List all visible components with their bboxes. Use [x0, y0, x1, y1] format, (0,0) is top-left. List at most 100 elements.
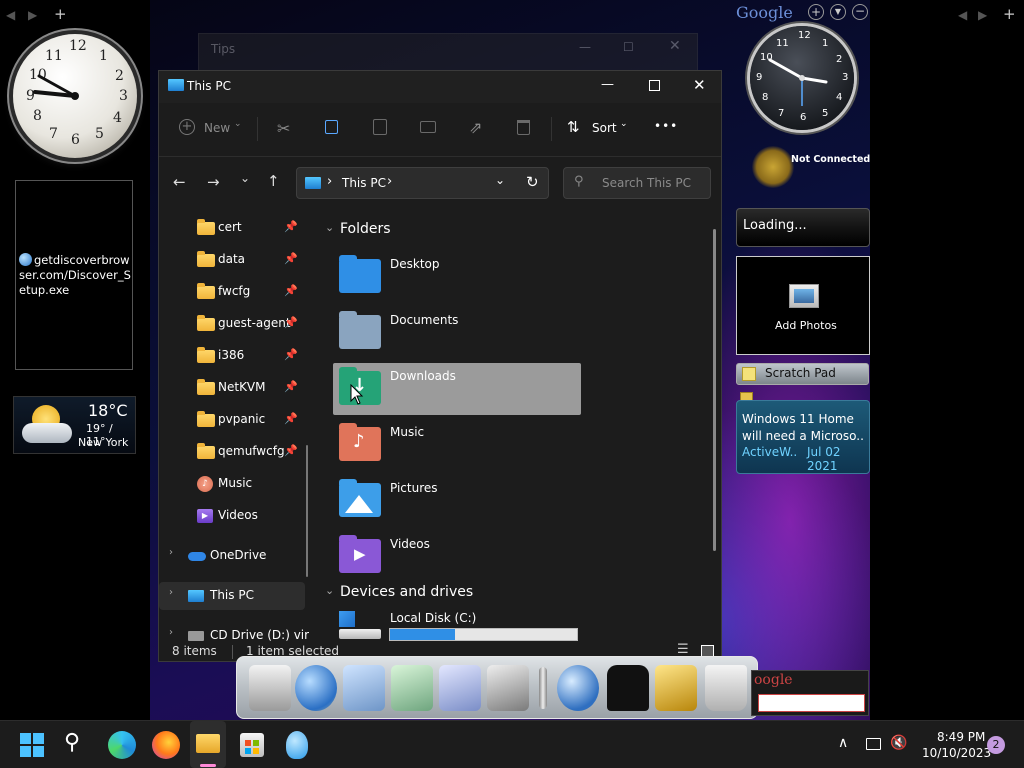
title-bar[interactable]: This PC — ✕: [159, 71, 721, 103]
folder-music[interactable]: ♪ Music: [333, 419, 581, 471]
network-icon[interactable]: [866, 738, 881, 750]
up-arrow-icon[interactable]: ↑: [267, 172, 280, 190]
scratch-pad-gadget[interactable]: Scratch Pad: [736, 363, 869, 385]
google-search-input[interactable]: [758, 694, 865, 712]
nav-pane-scrollbar[interactable]: [306, 445, 308, 577]
nav-item-qemufwcfg[interactable]: qemufwcfg 📌: [159, 438, 305, 466]
minus-icon[interactable]: −: [852, 4, 868, 20]
speaker-muted-icon[interactable]: 🔇: [890, 735, 907, 751]
nav-item-cert[interactable]: cert 📌: [159, 214, 305, 242]
search-box[interactable]: ⚲ Search This PC: [563, 167, 711, 199]
new-button[interactable]: New: [204, 121, 230, 135]
pictures-folder-icon[interactable]: [439, 665, 481, 711]
folder-icon[interactable]: [343, 665, 385, 711]
news-gadget[interactable]: Windows 11 Home will need a Microso.. Ac…: [736, 400, 870, 474]
recycle-bin-icon[interactable]: [705, 665, 747, 711]
address-dropdown-icon[interactable]: ⌄: [495, 173, 505, 187]
recent-locations-icon[interactable]: ⌄: [240, 171, 250, 185]
maximize-icon[interactable]: [649, 80, 660, 91]
loading-gadget[interactable]: Loading...: [736, 208, 870, 247]
folder-videos[interactable]: ▶ Videos: [333, 531, 581, 583]
analog-clock-gadget[interactable]: 12 1 2 3 4 5 6 7 8 9 10 11: [13, 34, 137, 158]
dark-clock-gadget[interactable]: 12 1 2 3 4 5 6 7 8 9 10 11: [750, 26, 854, 130]
hammer-icon[interactable]: [655, 665, 697, 711]
paste-icon[interactable]: [373, 119, 387, 135]
content-scrollbar[interactable]: [713, 229, 716, 551]
drive-local-disk-c[interactable]: Local Disk (C:): [333, 609, 581, 641]
nav-item-this-pc[interactable]: › This PC: [159, 582, 305, 610]
cut-icon[interactable]: ✂: [277, 119, 290, 138]
folder-pictures[interactable]: Pictures: [333, 475, 581, 527]
nav-item-data[interactable]: data 📌: [159, 246, 305, 274]
file-explorer-window[interactable]: This PC — ✕ + New ⌄ ✂ ⇗ ⇅ Sort ⌄ ••• ← →…: [158, 70, 722, 662]
firefox-icon[interactable]: [152, 731, 180, 759]
nav-item-onedrive[interactable]: › OneDrive: [159, 542, 305, 570]
gadget-add-icon[interactable]: +: [54, 5, 67, 23]
weather-gadget[interactable]: 18°C 19° / 11° New York: [13, 396, 136, 454]
notepad-icon[interactable]: [249, 665, 291, 711]
tools-icon[interactable]: [487, 665, 529, 711]
more-options-button[interactable]: •••: [654, 119, 678, 133]
nav-item-cd-drive[interactable]: › CD Drive (D:) virt: [159, 622, 309, 641]
chevron-down-icon[interactable]: ⌄: [620, 119, 628, 129]
maximize-icon[interactable]: ☐: [623, 40, 634, 54]
desktop-shortcut-label[interactable]: getdiscoverbrowser.com/Discover_Setup.ex…: [19, 253, 131, 298]
nav-item-guest-agent[interactable]: guest-agent 📌: [159, 310, 305, 338]
sort-button[interactable]: Sort: [592, 121, 617, 135]
copy-icon[interactable]: [325, 120, 338, 134]
explorer-taskbar-active[interactable]: [190, 721, 226, 768]
close-icon[interactable]: ✕: [693, 76, 706, 94]
edge-browser-icon[interactable]: [108, 731, 136, 759]
new-plus-icon[interactable]: +: [179, 119, 195, 135]
nav-item-videos[interactable]: ▶ Videos: [159, 502, 305, 530]
nav-item-fwcfg[interactable]: fwcfg 📌: [159, 278, 305, 306]
chevron-down-icon[interactable]: ▼: [830, 4, 846, 20]
nav-item-music[interactable]: ♪ Music: [159, 470, 305, 498]
tshirt-icon[interactable]: [607, 665, 649, 711]
chevron-right-icon[interactable]: ›: [169, 547, 173, 558]
desktop-shortcut-card[interactable]: getdiscoverbrowser.com/Discover_Setup.ex…: [15, 180, 133, 370]
tips-window[interactable]: Tips — ☐ ✕: [198, 33, 698, 73]
notification-badge[interactable]: 2: [987, 736, 1005, 754]
collapse-devices-icon[interactable]: ⌄: [325, 584, 334, 597]
start-windows-icon[interactable]: [20, 733, 44, 757]
news-source[interactable]: ActiveW..: [742, 445, 797, 459]
tips-lightbulb-icon[interactable]: [286, 731, 308, 759]
minimize-icon[interactable]: —: [601, 77, 614, 92]
back-arrow-icon[interactable]: ←: [173, 173, 186, 191]
gadget-prev-icon[interactable]: ◀: [6, 8, 15, 22]
forward-arrow-icon[interactable]: →: [207, 173, 220, 191]
chevron-right-icon[interactable]: ›: [169, 587, 173, 598]
chevron-right-icon[interactable]: ›: [169, 627, 173, 638]
music-folder-icon[interactable]: [391, 665, 433, 711]
collapse-folders-icon[interactable]: ⌄: [325, 221, 334, 234]
delete-icon[interactable]: [517, 120, 530, 135]
nav-item-i386[interactable]: i386 📌: [159, 342, 305, 370]
plus-icon[interactable]: +: [808, 4, 824, 20]
breadcrumb-this-pc[interactable]: This PC: [342, 176, 386, 190]
news-headline[interactable]: Windows 11 Home will need a Microso..: [742, 411, 868, 445]
network-globe-icon[interactable]: [557, 665, 599, 711]
breadcrumb-separator[interactable]: ›: [387, 174, 392, 189]
folder-documents[interactable]: Documents: [333, 307, 581, 359]
gadget-next-icon[interactable]: ▶: [978, 8, 987, 22]
chevron-down-icon[interactable]: ⌄: [234, 119, 242, 129]
gadget-add-icon[interactable]: +: [1003, 5, 1016, 23]
folder-desktop[interactable]: Desktop: [333, 251, 581, 303]
clock-time[interactable]: 8:49 PM: [937, 730, 985, 744]
address-bar[interactable]: › This PC › ⌄ ↻: [296, 167, 549, 199]
details-view-icon[interactable]: ☰: [677, 642, 689, 657]
nav-item-pvpanic[interactable]: pvpanic 📌: [159, 406, 305, 434]
folder-downloads[interactable]: ↓ Downloads: [333, 363, 581, 415]
clock-date[interactable]: 10/10/2023: [922, 746, 991, 760]
microsoft-store-icon[interactable]: [240, 733, 264, 757]
refresh-icon[interactable]: ↻: [526, 173, 539, 191]
search-input[interactable]: Search This PC: [602, 176, 691, 190]
gadget-prev-icon[interactable]: ◀: [958, 8, 967, 22]
sort-icon[interactable]: ⇅: [567, 118, 580, 136]
nav-item-netkvm[interactable]: NetKVM 📌: [159, 374, 305, 402]
hidden-icons-chevron[interactable]: ∧: [838, 735, 848, 751]
gadget-next-icon[interactable]: ▶: [28, 8, 37, 22]
share-icon[interactable]: ⇗: [469, 118, 482, 137]
section-folders[interactable]: Folders: [340, 221, 391, 237]
